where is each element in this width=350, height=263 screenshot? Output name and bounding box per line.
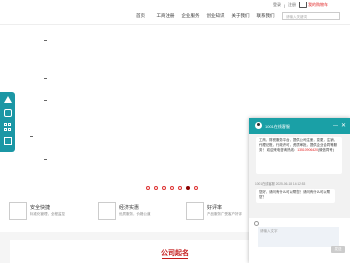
agent-name: 1001在线客服: [265, 124, 290, 129]
slider-dot[interactable]: [162, 186, 166, 190]
register-link[interactable]: 注册: [288, 2, 296, 8]
feature-image: [98, 202, 116, 220]
feature-title: 安全快捷: [30, 205, 51, 211]
chat-message: 您好，请问有什么可以帮您！请问有什么可以帮您？: [256, 189, 335, 203]
feature-title: 经济实惠: [119, 205, 140, 211]
chat-message: 工商，财税服务平台，提供公司注册，变更，注销，代理记账，行政许可，资质审批，提供…: [256, 137, 342, 174]
feature-subtitle: 标准化管理，全程监控: [30, 212, 65, 216]
chat-input-area: 请输入文字 发送: [249, 218, 350, 263]
agent-avatar: [255, 122, 262, 129]
nav-item-registration[interactable]: 工商注册: [153, 12, 178, 20]
cart-icon: [299, 2, 307, 8]
login-link[interactable]: 登录: [273, 2, 281, 8]
arrow-up-icon[interactable]: [3, 96, 12, 103]
top-bar: 登录 | 注册 我的购物车: [0, 0, 350, 10]
chat-messages: 工商，财税服务平台，提供公司注册，变更，注销，代理记账，行政许可，资质审批，提供…: [249, 134, 350, 218]
nav-item-contact[interactable]: 联系我们: [253, 12, 278, 20]
slider-dot[interactable]: [178, 186, 182, 190]
nav-item-services[interactable]: 企业服务: [178, 12, 203, 20]
banner-mark: [30, 136, 33, 137]
send-button[interactable]: 发送: [331, 246, 345, 253]
message-tail: (微信同号): [318, 148, 334, 152]
slider-dot[interactable]: [170, 186, 174, 190]
side-toolbar: [0, 92, 15, 152]
divider: |: [283, 2, 285, 8]
slider-dot[interactable]: [146, 186, 150, 190]
nav-item-about[interactable]: 关于我们: [228, 12, 253, 20]
chat-input[interactable]: 请输入文字: [258, 227, 339, 247]
slider-dot[interactable]: [194, 186, 198, 190]
phone-icon[interactable]: [3, 109, 12, 117]
banner-mark: [44, 100, 47, 101]
cart-label: 我的购物车: [308, 2, 328, 7]
phone-number[interactable]: 13510906420: [297, 148, 318, 152]
close-icon[interactable]: ✕: [341, 122, 346, 129]
feature-subtitle: 优质服务，价格公道: [119, 212, 151, 216]
message-meta: 1001在线客服 2025-06-18 14:12:53: [255, 182, 306, 186]
feature-image: [186, 202, 204, 220]
search-input[interactable]: 请输入关键词: [282, 12, 340, 20]
banner-mark: [44, 40, 47, 41]
section-underline: [162, 258, 188, 259]
nav-item-knowledge[interactable]: 创业知识: [203, 12, 228, 20]
slider-dots: [146, 186, 198, 190]
minimize-icon[interactable]: —: [333, 123, 338, 129]
qr-grid-icon[interactable]: [3, 123, 12, 131]
main-nav: 首页 工商注册 企业服务 创业知识 关于我们 联系我们: [128, 12, 278, 20]
slider-dot-active[interactable]: [186, 186, 190, 190]
chat-widget: 1001在线客服 — ✕ 工商，财税服务平台，提供公司注册，变更，注销，代理记账…: [249, 118, 350, 263]
chat-header: 1001在线客服 — ✕: [249, 118, 350, 134]
feature-list: 安全快捷 标准化管理，全程监控 经济实惠 优质服务，价格公道 好评率 产品服务广…: [9, 202, 249, 224]
gift-icon[interactable]: [3, 137, 12, 145]
slider-dot[interactable]: [154, 186, 158, 190]
banner-mark: [44, 78, 47, 79]
feature-image: [9, 202, 27, 220]
nav-item-home[interactable]: 首页: [128, 12, 153, 20]
banner-mark: [44, 159, 47, 160]
emoji-icon[interactable]: [254, 221, 259, 226]
feature-title: 好评率: [207, 205, 223, 211]
cart-link[interactable]: 我的购物车: [299, 2, 328, 8]
feature-subtitle: 产品服务广受客户好评: [207, 212, 242, 216]
